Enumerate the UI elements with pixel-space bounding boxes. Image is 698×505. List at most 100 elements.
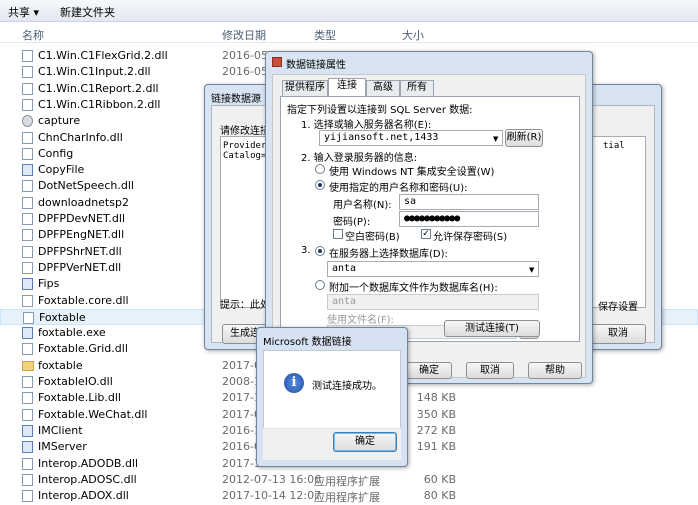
db-dropdown-arrow-icon[interactable]: ▼ <box>529 266 534 274</box>
dll-file-icon <box>22 196 33 209</box>
file-name: Foxtable.core.dll <box>38 293 129 307</box>
file-name: C1.Win.C1Input.2.dll <box>38 65 151 79</box>
column-header: 名称 修改日期 类型 大小 <box>0 25 698 43</box>
conn-text-right: tial <box>603 141 625 151</box>
exe-file-icon <box>22 327 33 340</box>
column-type[interactable]: 类型 <box>314 27 336 43</box>
tab-advanced[interactable]: 高级 <box>366 80 400 96</box>
nt-security-radio[interactable] <box>315 164 325 174</box>
file-name: FoxtableIO.dll <box>38 375 113 388</box>
dll-file-icon <box>22 245 33 258</box>
file-name: C1.Win.C1Report.2.dll <box>38 81 159 95</box>
username-label: 用户名称(N): <box>333 200 392 211</box>
msg-ok-button[interactable]: 确定 <box>333 432 397 452</box>
save-settings-label[interactable]: 保存设置 <box>598 298 638 313</box>
select-db-radio[interactable] <box>315 246 325 256</box>
dll-file-icon <box>22 50 33 62</box>
file-size: 350 KB <box>416 407 456 421</box>
dropdown-arrow-icon[interactable]: ▼ <box>493 135 498 143</box>
refresh-button[interactable]: 刷新(R) <box>505 129 543 147</box>
dll-file-icon <box>22 147 33 160</box>
username-field[interactable]: sa <box>399 194 539 210</box>
file-name: Config <box>38 146 74 160</box>
step1-label: 1. 选择或输入服务器名称(E): <box>301 120 432 131</box>
new-folder-button[interactable]: 新建文件夹 <box>60 4 115 20</box>
file-date: 2012-07-13 16:06 <box>222 472 322 486</box>
file-name: capture <box>38 114 81 128</box>
dll-file-icon <box>22 66 33 79</box>
file-name: ChnCharInfo.dll <box>38 130 123 144</box>
file-name: Foxtable <box>39 310 86 324</box>
file-size: 191 KB <box>416 440 456 454</box>
file-type: 应用程序扩展 <box>314 491 380 505</box>
step3-label: 3. <box>301 245 311 256</box>
props-heading: 指定下列设置以连接到 SQL Server 数据: <box>287 105 473 116</box>
file-type: 应用程序扩展 <box>314 474 380 488</box>
dll-file-icon <box>22 82 33 95</box>
props-title: 数据链接属性 <box>286 60 346 71</box>
nt-security-label: 使用 Windows NT 集成安全设置(W) <box>329 167 495 178</box>
message-box-window: Microsoft 数据链接 i 测试连接成功。 确定 <box>256 327 408 467</box>
props-ok-button[interactable]: 确定 <box>406 362 452 379</box>
exe-file-icon <box>22 278 33 291</box>
column-date[interactable]: 修改日期 <box>222 27 266 43</box>
allow-save-password-label: 允许保存密码(S) <box>433 232 508 243</box>
database-field[interactable]: anta <box>327 261 539 277</box>
file-name: foxtable <box>38 358 83 372</box>
select-db-label: 在服务器上选择数据库(D): <box>329 249 448 260</box>
ds-cancel-button[interactable]: 取消 <box>590 324 646 344</box>
file-date: 2017-10-14 12:07 <box>222 489 322 503</box>
dll-file-icon <box>22 131 33 144</box>
file-name: C1.Win.C1FlexGrid.2.dll <box>38 49 168 62</box>
file-name: Fips <box>38 277 60 291</box>
folder-icon <box>22 360 34 371</box>
dll-file-icon <box>22 408 33 421</box>
dll-file-icon <box>22 294 33 307</box>
props-help-button[interactable]: 帮助 <box>528 362 582 379</box>
column-size[interactable]: 大小 <box>402 27 424 43</box>
file-name: IMClient <box>38 423 83 437</box>
link-datasource-title: 链接数据源 <box>211 94 261 105</box>
file-name: C1.Win.C1Ribbon.2.dll <box>38 97 161 111</box>
dll-file-icon <box>22 229 33 242</box>
dll-file-icon <box>22 343 33 356</box>
file-size: 60 KB <box>423 472 456 486</box>
server-name-field[interactable]: yijiansoft.net,1433 <box>319 130 503 146</box>
gear-file-icon <box>22 115 33 128</box>
file-name: Foxtable.Grid.dll <box>38 342 128 356</box>
attach-db-field[interactable]: anta <box>327 294 539 310</box>
msg-title: Microsoft 数据链接 <box>263 337 352 348</box>
tab-connection[interactable]: 连接 <box>328 78 366 96</box>
dll-file-icon <box>22 376 33 388</box>
file-name: DPFPDevNET.dll <box>38 212 125 225</box>
blank-password-checkbox[interactable] <box>333 229 343 239</box>
app-icon <box>272 57 282 67</box>
file-name: Interop.ADOSC.dll <box>38 472 137 486</box>
list-item[interactable]: Interop.ADOX.dll 2017-10-14 12:07 应用程序扩展 80… <box>0 488 698 504</box>
dll-file-icon <box>23 311 34 324</box>
filename-label: 使用文件名(F): <box>327 315 394 326</box>
file-name: Interop.ADODB.dll <box>38 456 139 470</box>
attach-db-radio[interactable] <box>315 280 325 290</box>
dll-file-icon <box>22 98 33 111</box>
test-connection-button[interactable]: 测试连接(T) <box>444 320 540 337</box>
file-name: DPFPEngNET.dll <box>38 228 125 242</box>
attach-db-label: 附加一个数据库文件作为数据库名(H): <box>329 283 498 294</box>
column-name[interactable]: 名称 <box>22 27 44 43</box>
file-size: 148 KB <box>416 391 456 405</box>
props-cancel-button[interactable]: 取消 <box>466 362 514 379</box>
allow-save-password-checkbox[interactable]: ✓ <box>421 229 431 239</box>
exe-file-icon <box>22 441 33 454</box>
user-password-radio[interactable] <box>315 180 325 190</box>
dll-file-icon <box>22 473 33 486</box>
share-button[interactable]: 共享 ▾ <box>8 4 39 20</box>
file-name: Interop.ADOX.dll <box>38 489 129 503</box>
password-field[interactable]: ●●●●●●●●●●● <box>399 211 539 227</box>
tab-all[interactable]: 所有 <box>400 80 434 96</box>
dll-file-icon <box>22 457 33 470</box>
tab-provider[interactable]: 提供程序 <box>282 80 328 96</box>
connection-panel: 指定下列设置以连接到 SQL Server 数据: 1. 选择或输入服务器名称(… <box>280 96 580 342</box>
msg-text: 测试连接成功。 <box>312 381 382 392</box>
step2-label: 2. 输入登录服务器的信息: <box>301 153 418 164</box>
list-item[interactable]: Interop.ADOSC.dll 2012-07-13 16:06 应用程序扩展 6… <box>0 472 698 488</box>
